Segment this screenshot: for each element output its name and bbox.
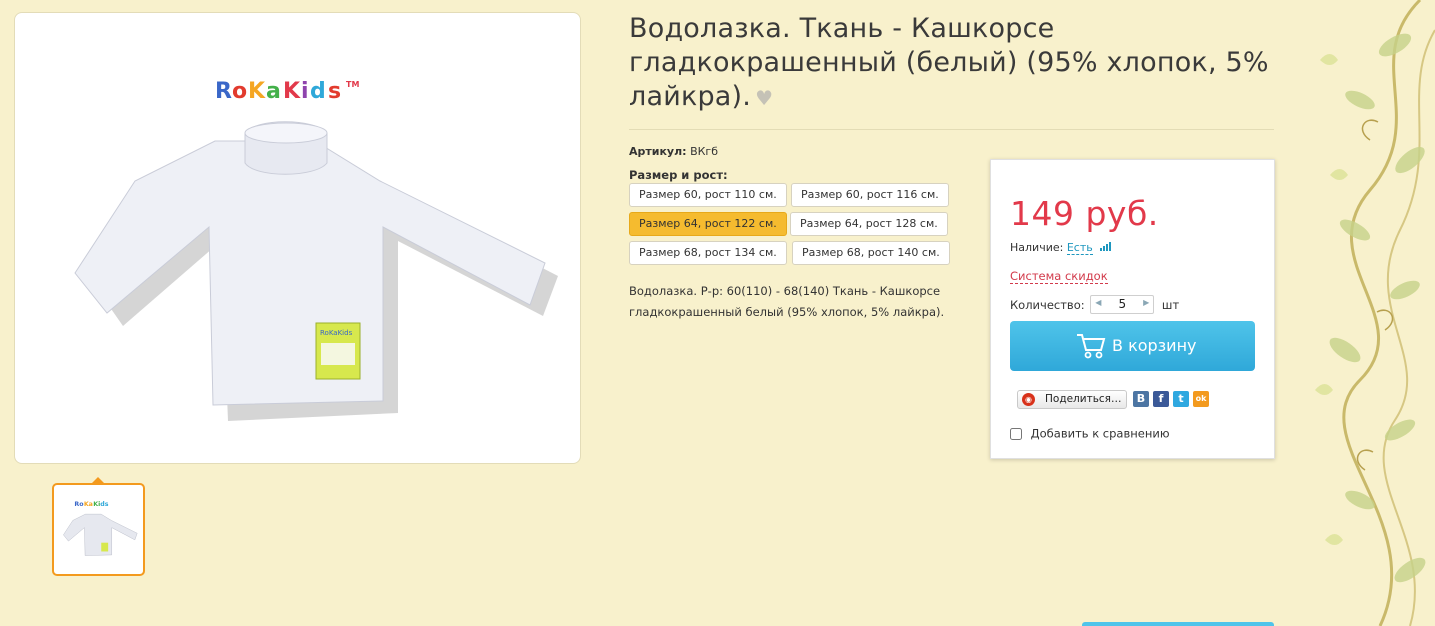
twitter-icon[interactable]: t [1173, 391, 1189, 407]
article-value: ВКгб [690, 145, 718, 158]
price: 149 руб. [1010, 194, 1159, 233]
description-line: Водолазка. Р-р: 60(110) - 68(140) Ткань … [629, 284, 941, 298]
svg-text:d: d [310, 79, 326, 104]
brand-logo: R o K a K i d s TM [215, 79, 359, 104]
svg-text:Ka: Ka [84, 501, 93, 508]
product-thumbnail[interactable]: Ro Ka Ki ds [52, 483, 145, 576]
product-title-text: Водолазка. Ткань - Кашкорсе гладкокрашен… [629, 13, 1269, 112]
stock-value-link[interactable]: Есть [1066, 241, 1093, 255]
size-option[interactable]: Размер 68, рост 140 см. [792, 241, 950, 265]
odnoklassniki-icon[interactable]: ok [1193, 391, 1209, 407]
size-option[interactable]: Размер 60, рост 116 см. [791, 183, 949, 207]
turtleneck-image: R o K a K i d s TM RoKaKids [74, 79, 558, 421]
product-title: Водолазка. Ткань - Кашкорсе гладкокрашен… [629, 12, 1269, 115]
product-main-image[interactable]: R o K a K i d s TM RoKaKids [14, 12, 581, 464]
svg-text:a: a [266, 79, 281, 104]
add-to-cart-label: В корзину [1112, 336, 1197, 355]
svg-text:TM: TM [346, 80, 359, 89]
vkontakte-icon[interactable]: В [1133, 391, 1149, 407]
share-button-label: Поделиться… [1045, 393, 1122, 405]
svg-text:ds: ds [100, 501, 108, 508]
quantity-stepper[interactable]: ◀ 5 ▶ [1090, 295, 1155, 314]
discount-system-link[interactable]: Система скидок [1010, 269, 1108, 284]
svg-text:K: K [248, 79, 266, 104]
svg-text:Ki: Ki [93, 501, 100, 508]
compare-label: Добавить к сравнению [1030, 426, 1170, 441]
stock-status: Наличие: Есть [1010, 241, 1112, 255]
quantity-unit: шт [1161, 297, 1180, 312]
svg-text:i: i [301, 79, 309, 104]
yandex-share-icon: ◉ [1022, 393, 1035, 406]
svg-text:R: R [215, 79, 232, 104]
svg-text:K: K [283, 79, 301, 104]
decorative-vine-background [1315, 0, 1435, 626]
share-button[interactable]: ◉ Поделиться… [1017, 390, 1127, 409]
svg-text:RoKaKids: RoKaKids [320, 329, 353, 337]
compare-option[interactable]: Добавить к сравнению [1010, 426, 1170, 441]
size-option[interactable]: Размер 60, рост 110 см. [629, 183, 787, 207]
svg-text:Ro: Ro [74, 501, 84, 508]
facebook-icon[interactable]: f [1153, 391, 1169, 407]
add-to-cart-button[interactable]: В корзину [1010, 321, 1255, 371]
signal-bars-icon [1100, 241, 1112, 254]
buy-box: 149 руб. Наличие: Есть Система скидок Ко… [990, 159, 1275, 459]
favorite-heart-icon[interactable]: ♥ [755, 86, 773, 110]
size-label: Размер и рост: [629, 168, 728, 182]
compare-checkbox[interactable] [1010, 427, 1022, 440]
svg-text:s: s [328, 79, 341, 104]
quantity-row: Количество: ◀ 5 ▶ шт [1010, 295, 1179, 314]
size-option[interactable]: Размер 64, рост 128 см. [790, 212, 948, 236]
product-description: Водолазка. Р-р: 60(110) - 68(140) Ткань … [629, 281, 959, 323]
article-label: Артикул: [629, 145, 687, 158]
stock-label: Наличие: [1010, 241, 1064, 254]
size-option-selected[interactable]: Размер 64, рост 122 см. [629, 212, 787, 236]
quantity-label: Количество: [1010, 297, 1085, 312]
size-option[interactable]: Размер 68, рост 134 см. [629, 241, 787, 265]
article-row: Артикул: ВКгб [629, 145, 718, 158]
description-line: гладкокрашенный белый (95% хлопок, 5% ла… [629, 305, 945, 319]
bottom-panel-edge [1082, 622, 1274, 626]
cart-icon [1077, 334, 1106, 359]
increment-arrow-icon[interactable]: ▶ [1143, 298, 1149, 307]
title-divider [629, 129, 1274, 130]
svg-text:o: o [232, 79, 247, 104]
